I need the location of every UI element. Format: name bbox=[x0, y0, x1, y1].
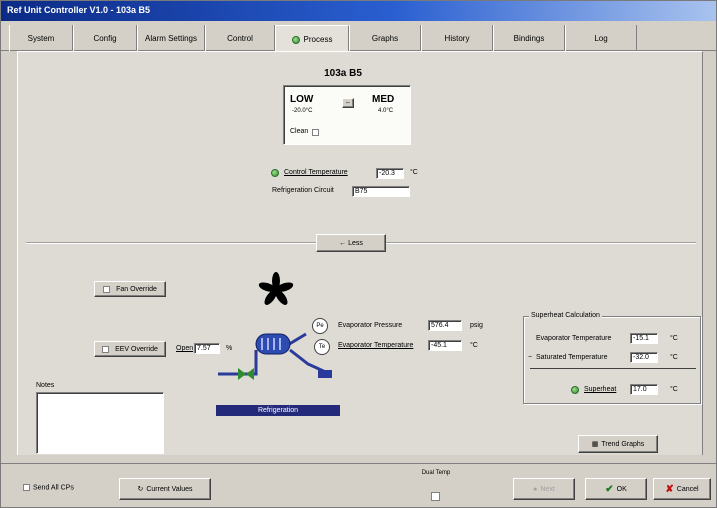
send-all-checkbox bbox=[23, 484, 30, 491]
low-label: LOW bbox=[290, 94, 314, 105]
evap-pressure-unit: psig bbox=[470, 322, 483, 329]
mode-switch-button[interactable]: ⇔ bbox=[342, 98, 354, 108]
send-all-cps[interactable]: Send All CPs bbox=[23, 484, 74, 491]
superheat-status-icon bbox=[571, 386, 579, 394]
cancel-button[interactable]: ✘ Cancel bbox=[653, 478, 711, 500]
tab-process[interactable]: Process bbox=[275, 25, 349, 53]
clean-checkbox[interactable] bbox=[312, 129, 319, 136]
sh-sat-temp-field: -32.0 bbox=[630, 352, 658, 363]
process-panel: 103a B5 LOW -20.0°C ⇔ MED 4.0°C Clean Co… bbox=[17, 51, 703, 455]
refresh-icon: ↻ bbox=[137, 486, 144, 493]
close-icon: ✘ bbox=[665, 483, 674, 495]
evap-pressure-label: Evaporator Pressure bbox=[338, 322, 403, 329]
dual-temp-checkbox[interactable] bbox=[431, 492, 440, 501]
med-label: MED bbox=[372, 94, 395, 105]
superheat-group-title: Superheat Calculation bbox=[529, 312, 602, 319]
window-title: Ref Unit Controller V1.0 - 103a B5 bbox=[1, 1, 716, 21]
cancel-label: Cancel bbox=[676, 485, 699, 493]
arrows-icon: ⇔ bbox=[345, 100, 351, 106]
trend-graphs-button[interactable]: ▦ Trend Graphs bbox=[578, 435, 658, 453]
mode-box: LOW -20.0°C ⇔ MED 4.0°C Clean bbox=[283, 85, 411, 145]
sh-evap-temp-unit: °C bbox=[670, 335, 678, 342]
less-button[interactable]: ← Less bbox=[316, 234, 386, 252]
sh-evap-temp-field: -15.1 bbox=[630, 333, 658, 344]
eev-override-button[interactable]: EEV Override bbox=[94, 341, 166, 357]
refrigeration-status-bar: Refrigeration bbox=[216, 405, 340, 416]
refrig-circuit-field: B75 bbox=[352, 186, 410, 197]
fan-override-button[interactable]: Fan Override bbox=[94, 281, 166, 297]
superheat-field: 17.0 bbox=[630, 384, 658, 395]
tab-control[interactable]: Control bbox=[205, 25, 275, 51]
ok-label: OK bbox=[616, 485, 627, 493]
tab-graphs[interactable]: Graphs bbox=[349, 25, 421, 51]
control-temp-field: -20.3 bbox=[376, 168, 404, 179]
minus-sign-icon: − bbox=[528, 354, 533, 361]
tab-alarm-settings[interactable]: Alarm Settings bbox=[137, 25, 205, 51]
control-temp-status-icon bbox=[271, 169, 279, 177]
evap-pressure-field: 576.4 bbox=[428, 320, 462, 331]
eev-override-checkbox bbox=[102, 345, 110, 353]
superheat-label[interactable]: Superheat bbox=[584, 386, 616, 393]
chart-icon: ▦ bbox=[591, 441, 599, 448]
ok-button[interactable]: ✔ OK bbox=[585, 478, 647, 500]
dual-temp-label: Dual Temp bbox=[421, 470, 451, 476]
evap-temp-unit: °C bbox=[470, 342, 478, 349]
tab-bar: System Config Alarm Settings Control Pro… bbox=[1, 25, 716, 53]
control-temp-unit: °C bbox=[410, 169, 418, 176]
superheat-rule bbox=[530, 368, 696, 369]
tab-log[interactable]: Log bbox=[565, 25, 637, 51]
tab-label: Bindings bbox=[513, 33, 545, 43]
app-window: Ref Unit Controller V1.0 - 103a B5 Syste… bbox=[0, 0, 717, 508]
sh-sat-temp-label: Saturated Temperature bbox=[536, 354, 608, 361]
tab-bindings[interactable]: Bindings bbox=[493, 25, 565, 51]
tab-label: Config bbox=[93, 33, 117, 43]
notes-textarea[interactable] bbox=[36, 392, 164, 454]
status-dot-icon bbox=[291, 35, 300, 44]
fan-override-checkbox bbox=[103, 285, 111, 293]
evap-temp-label[interactable]: Evaporator Temperature bbox=[338, 342, 413, 349]
current-values-button[interactable]: ↻ Current Values bbox=[119, 478, 211, 500]
superheat-unit: °C bbox=[670, 386, 678, 393]
open-label[interactable]: Open bbox=[176, 345, 193, 352]
clean-label: Clean bbox=[290, 128, 309, 135]
evap-temp-field: -45.1 bbox=[428, 340, 462, 351]
tab-config[interactable]: Config bbox=[73, 25, 137, 51]
fan-override-label: Fan Override bbox=[116, 285, 157, 293]
tab-label: Process bbox=[303, 35, 333, 44]
pe-sensor-icon: Pe bbox=[312, 318, 328, 334]
send-all-label: Send All CPs bbox=[33, 484, 74, 492]
med-temp: 4.0°C bbox=[378, 108, 394, 114]
control-temp-label[interactable]: Control Temperature bbox=[284, 169, 348, 176]
tab-label: System bbox=[27, 33, 55, 43]
tab-history[interactable]: History bbox=[421, 25, 493, 51]
footer-divider bbox=[1, 463, 716, 464]
tab-label: Graphs bbox=[371, 33, 399, 43]
tab-system[interactable]: System bbox=[9, 25, 73, 51]
sh-evap-temp-label: Evaporator Temperature bbox=[536, 335, 612, 342]
mode-title: 103a B5 bbox=[324, 68, 362, 79]
notes-label: Notes bbox=[36, 382, 55, 389]
tab-label: Log bbox=[594, 33, 608, 43]
tab-label: Control bbox=[227, 33, 253, 43]
refrig-circuit-label: Refrigeration Circuit bbox=[272, 187, 334, 194]
te-sensor-icon: Te bbox=[314, 339, 330, 355]
next-button[interactable]: ● Next bbox=[513, 478, 575, 500]
eev-override-label: EEV Override bbox=[115, 345, 158, 353]
sh-sat-temp-unit: °C bbox=[670, 354, 678, 361]
low-temp: -20.0°C bbox=[292, 108, 313, 114]
trend-graphs-label: Trend Graphs bbox=[601, 440, 645, 448]
tab-label: History bbox=[444, 33, 470, 43]
next-label: Next bbox=[540, 485, 555, 493]
tab-label: Alarm Settings bbox=[144, 33, 198, 43]
arrow-icon: ● bbox=[533, 485, 538, 493]
current-values-label: Current Values bbox=[146, 485, 193, 493]
check-icon: ✔ bbox=[605, 483, 614, 495]
